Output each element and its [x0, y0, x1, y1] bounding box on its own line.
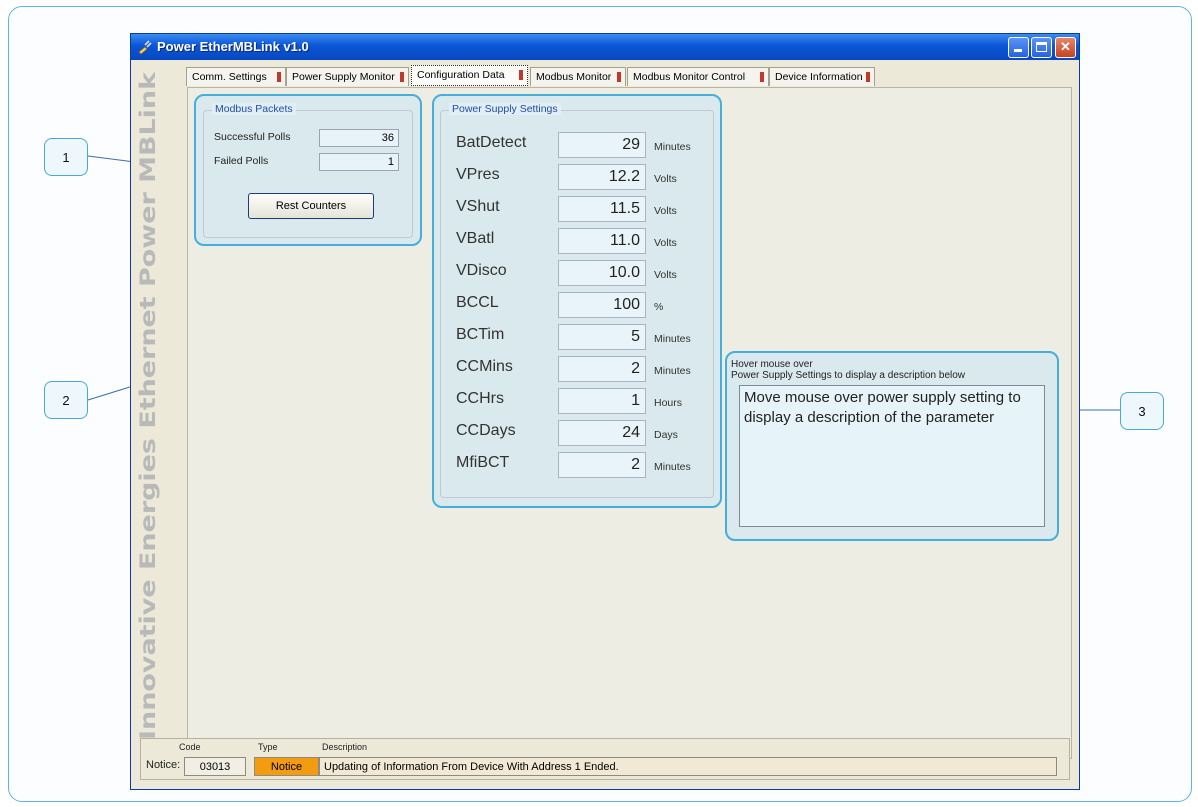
setting-label-bccl: BCCL	[456, 294, 499, 311]
status-type-badge: Notice	[254, 757, 319, 776]
description-header-line2: Power Supply Settings to display a descr…	[731, 370, 966, 381]
setting-label-mfibct: MfiBCT	[456, 454, 510, 471]
modbus-packets-highlight: Modbus Packets Successful Polls 36 Faile…	[194, 94, 422, 246]
setting-unit: Volts	[654, 269, 677, 281]
window-title: Power EtherMBLink v1.0	[157, 39, 309, 54]
tab-label: Modbus Monitor	[536, 71, 612, 83]
maximize-button[interactable]	[1031, 37, 1052, 58]
plug-icon	[138, 40, 152, 55]
modbus-packets-title: Modbus Packets	[212, 103, 296, 115]
description-header-line1: Hover mouse over	[731, 359, 813, 370]
tab-modbus-monitor-control[interactable]: Modbus Monitor Control	[627, 67, 769, 86]
status-bar: Code Type Description Notice: 03013 Noti…	[140, 738, 1070, 780]
setting-label-bctim: BCTim	[456, 326, 505, 343]
setting-label-batdetect: BatDetect	[456, 134, 527, 151]
callout-2: 2	[44, 381, 88, 419]
setting-label-vdisco: VDisco	[456, 262, 507, 279]
setting-unit: Minutes	[654, 461, 691, 473]
setting-value-batdetect[interactable]: 29	[558, 132, 646, 158]
setting-label-ccmins: CCMins	[456, 358, 513, 375]
vertical-brand-logo: Innovative Energies Ethernet Power MBLin…	[136, 71, 160, 740]
setting-value-mfibct[interactable]: 2	[558, 452, 646, 478]
setting-value-bctim[interactable]: 5	[558, 324, 646, 350]
setting-label-vpres: VPres	[456, 166, 500, 183]
failed-polls-label: Failed Polls	[214, 155, 269, 167]
tab-label: Device Information	[775, 71, 863, 83]
type-header: Type	[258, 742, 278, 752]
sidebar-brand-text: Innovative Energies Ethernet Power MBLin…	[136, 71, 160, 740]
setting-label-cchrs: CCHrs	[456, 390, 504, 407]
tab-label: Modbus Monitor Control	[633, 71, 746, 83]
reset-counters-button[interactable]: Rest Counters	[248, 193, 374, 219]
setting-unit: Days	[654, 429, 678, 441]
successful-polls-value: 36	[319, 129, 399, 147]
setting-value-vshut[interactable]: 11.5	[558, 196, 646, 222]
description-header: Hover mouse over Power Supply Settings t…	[731, 359, 965, 381]
tab-label: Power Supply Monitor	[292, 71, 395, 83]
tab-device-information[interactable]: Device Information	[769, 67, 875, 86]
status-description: Updating of Information From Device With…	[319, 757, 1057, 776]
tab-configuration-data[interactable]: Configuration Data	[411, 65, 528, 86]
setting-unit: Volts	[654, 205, 677, 217]
tab-label: Comm. Settings	[192, 71, 267, 83]
successful-polls-label: Successful Polls	[214, 131, 291, 143]
setting-unit: %	[654, 301, 664, 313]
status-code: 03013	[184, 757, 246, 776]
setting-label-ccdays: CCDays	[456, 422, 516, 439]
setting-value-ccmins[interactable]: 2	[558, 356, 646, 382]
setting-value-vpres[interactable]: 12.2	[558, 164, 646, 190]
failed-polls-value: 1	[319, 153, 399, 171]
power-supply-title: Power Supply Settings	[449, 103, 561, 115]
tab-modbus-monitor[interactable]: Modbus Monitor	[530, 67, 626, 86]
modbus-packets-group: Modbus Packets Successful Polls 36 Faile…	[203, 103, 413, 238]
setting-unit: Volts	[654, 237, 677, 249]
callout-3: 3	[1120, 392, 1164, 430]
setting-value-ccdays[interactable]: 24	[558, 420, 646, 446]
setting-value-bccl[interactable]: 100	[558, 292, 646, 318]
app-window: Power EtherMBLink v1.0 ✕ Innovative Ener…	[130, 33, 1080, 790]
tab-status-marker	[760, 72, 764, 82]
setting-unit: Minutes	[654, 365, 691, 377]
description-box: Move mouse over power supply setting to …	[739, 385, 1045, 527]
tab-status-marker	[866, 72, 870, 82]
setting-unit: Minutes	[654, 333, 691, 345]
code-header: Code	[179, 742, 201, 752]
power-supply-highlight: Power Supply Settings BatDetect 29 Minut…	[432, 94, 722, 508]
setting-value-vdisco[interactable]: 10.0	[558, 260, 646, 286]
minimize-button[interactable]	[1008, 37, 1029, 58]
tab-status-marker	[617, 72, 621, 82]
setting-unit: Minutes	[654, 141, 691, 153]
setting-unit: Hours	[654, 397, 683, 409]
setting-value-vbatl[interactable]: 11.0	[558, 228, 646, 254]
description-header-status: Description	[322, 742, 368, 752]
tab-comm-settings[interactable]: Comm. Settings	[186, 67, 286, 86]
tab-status-marker	[277, 72, 281, 82]
close-button[interactable]: ✕	[1055, 37, 1076, 58]
setting-unit: Volts	[654, 173, 677, 185]
tab-status-marker	[519, 70, 523, 80]
callout-1: 1	[44, 138, 88, 176]
tab-label: Configuration Data	[417, 69, 505, 81]
setting-label-vbatl: VBatl	[456, 230, 495, 247]
notice-label: Notice:	[146, 759, 181, 771]
setting-label-vshut: VShut	[456, 198, 500, 215]
title-bar[interactable]: Power EtherMBLink v1.0 ✕	[131, 34, 1079, 60]
tab-power-supply-monitor[interactable]: Power Supply Monitor	[286, 67, 409, 86]
setting-value-cchrs[interactable]: 1	[558, 388, 646, 414]
tab-status-marker	[400, 72, 404, 82]
configuration-panel: Modbus Packets Successful Polls 36 Faile…	[187, 87, 1072, 759]
description-highlight: Hover mouse over Power Supply Settings t…	[725, 351, 1059, 541]
